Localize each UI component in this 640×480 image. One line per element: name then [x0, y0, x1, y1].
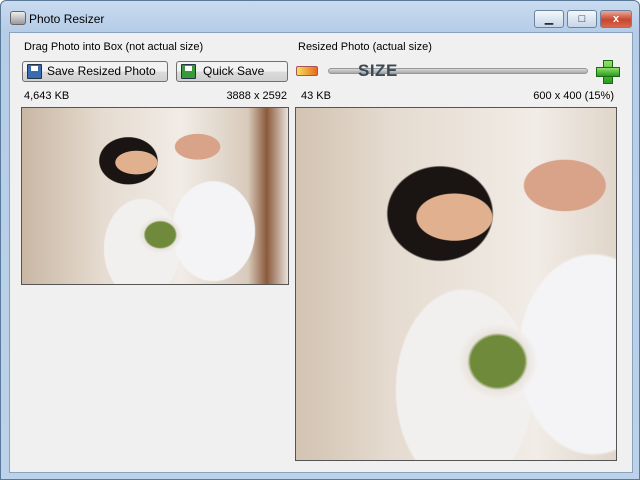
app-window: Photo Resizer ▁ □ x Drag Photo into Box …: [0, 0, 640, 480]
resized-photo: [296, 108, 616, 460]
minimize-button[interactable]: ▁: [534, 10, 564, 28]
resized-dimensions: 600 x 400 (15%): [533, 90, 614, 102]
source-heading: Drag Photo into Box (not actual size): [24, 41, 204, 53]
quick-save-label: Quick Save: [203, 64, 265, 78]
save-resized-photo-button[interactable]: Save Resized Photo: [22, 61, 168, 82]
resized-file-size: 43 KB: [301, 90, 331, 102]
quick-save-button[interactable]: Quick Save: [176, 61, 288, 82]
size-slider-thumb[interactable]: SIZE: [358, 61, 398, 81]
camera-icon: [10, 11, 26, 25]
save-resized-label: Save Resized Photo: [47, 64, 156, 78]
maximize-button[interactable]: □: [567, 10, 597, 28]
source-photo-drop-box[interactable]: [21, 107, 289, 285]
resized-heading: Resized Photo (actual size): [298, 41, 432, 53]
shrink-icon[interactable]: [296, 66, 318, 76]
window-title: Photo Resizer: [29, 12, 105, 26]
save-disk-icon: [27, 64, 42, 79]
source-file-size: 4,643 KB: [24, 90, 70, 102]
client-area: Drag Photo into Box (not actual size) Re…: [9, 32, 633, 473]
enlarge-plus-icon[interactable]: [596, 60, 620, 84]
source-dimensions: 3888 x 2592: [226, 90, 287, 102]
quick-save-disk-icon: [181, 64, 196, 79]
source-photo: [22, 108, 288, 284]
resized-photo-box: [295, 107, 617, 461]
close-button[interactable]: x: [600, 10, 632, 28]
